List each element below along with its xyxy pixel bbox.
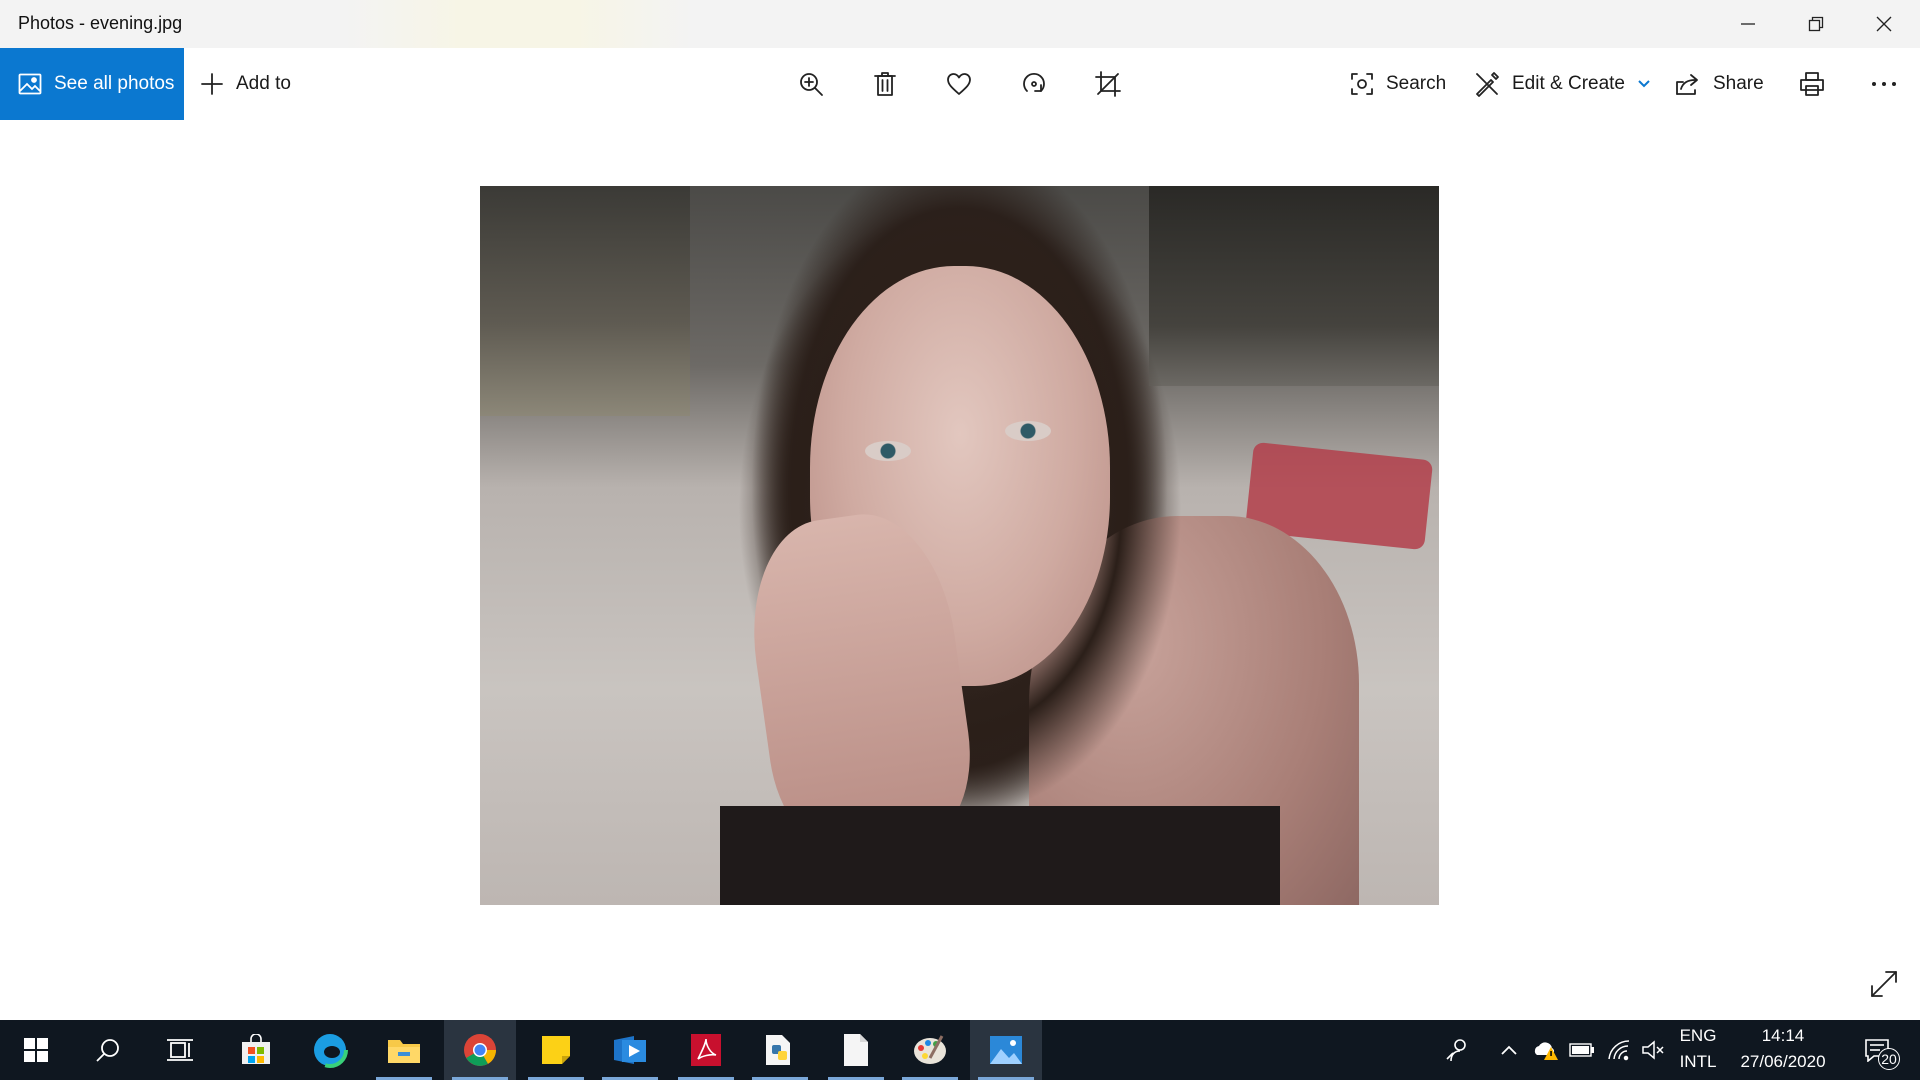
windows-icon bbox=[24, 1038, 48, 1062]
photo-shirt bbox=[720, 806, 1280, 905]
cloud-warning-icon bbox=[1534, 1042, 1558, 1060]
search-icon bbox=[96, 1039, 119, 1062]
start-button[interactable] bbox=[0, 1020, 72, 1080]
taskbar-app-acrobat[interactable] bbox=[670, 1020, 742, 1080]
notification-count-badge: 20 bbox=[1878, 1048, 1900, 1070]
people-icon bbox=[1446, 1039, 1466, 1062]
python-icon bbox=[766, 1035, 790, 1065]
image-icon bbox=[18, 73, 42, 95]
crop-icon bbox=[1095, 71, 1121, 97]
minimize-icon bbox=[1741, 23, 1755, 25]
taskbar-app-chrome[interactable] bbox=[444, 1020, 516, 1080]
see-all-photos-button[interactable]: See all photos bbox=[0, 48, 184, 120]
battery-icon bbox=[1569, 1043, 1594, 1057]
search-button[interactable]: Search bbox=[1350, 48, 1446, 120]
taskbar-search-button[interactable] bbox=[72, 1020, 144, 1080]
edit-create-label: Edit & Create bbox=[1512, 73, 1625, 94]
language-indicator[interactable]: ENG INTL bbox=[1670, 1023, 1726, 1075]
rotate-icon bbox=[1023, 72, 1045, 92]
trash-icon bbox=[874, 72, 896, 96]
edge-icon bbox=[312, 1032, 348, 1068]
palette-icon bbox=[914, 1035, 946, 1064]
edit-create-button[interactable]: Edit & Create bbox=[1474, 48, 1651, 120]
photo-eye bbox=[865, 441, 911, 461]
taskbar: ENG INTL 14:14 27/06/2020 bbox=[0, 1020, 1920, 1080]
photos-icon bbox=[990, 1036, 1022, 1064]
visual-search-icon bbox=[1351, 73, 1373, 95]
search-label: Search bbox=[1386, 73, 1447, 94]
crop-button[interactable] bbox=[1090, 66, 1126, 102]
task-view-icon bbox=[167, 1039, 193, 1061]
rotate-button[interactable] bbox=[1016, 66, 1052, 102]
chevron-up-icon bbox=[1501, 1045, 1517, 1055]
taskbar-app-photos[interactable] bbox=[970, 1020, 1042, 1080]
people-button[interactable] bbox=[1440, 1020, 1476, 1080]
photo-image bbox=[480, 186, 1439, 905]
heart-icon bbox=[947, 73, 971, 95]
taskbar-app-sticky-notes[interactable] bbox=[520, 1020, 592, 1080]
wifi-icon bbox=[1608, 1040, 1630, 1061]
show-hidden-icons-button[interactable] bbox=[1494, 1020, 1524, 1080]
more-icon bbox=[1872, 82, 1896, 86]
keyboard-layout: INTL bbox=[1679, 1052, 1717, 1071]
share-label: Share bbox=[1713, 73, 1764, 94]
expand-icon bbox=[1871, 971, 1897, 997]
battery-status[interactable] bbox=[1564, 1020, 1600, 1080]
print-button[interactable] bbox=[1794, 66, 1830, 102]
clock[interactable]: 14:14 27/06/2020 bbox=[1728, 1023, 1838, 1075]
minimize-button[interactable] bbox=[1714, 0, 1782, 48]
window-title: Photos - evening.jpg bbox=[18, 13, 183, 33]
taskbar-app-python[interactable] bbox=[744, 1020, 816, 1080]
volume-button[interactable] bbox=[1636, 1020, 1670, 1080]
chrome-icon bbox=[464, 1034, 496, 1066]
document-icon bbox=[844, 1034, 868, 1066]
add-to-label: Add to bbox=[236, 73, 291, 94]
taskbar-app-media-player[interactable] bbox=[594, 1020, 666, 1080]
pdf-icon bbox=[691, 1034, 721, 1066]
edit-create-icon bbox=[1476, 72, 1499, 97]
store-icon bbox=[242, 1034, 270, 1064]
toolbar: See all photos Add to Search Edit & Crea… bbox=[0, 48, 1920, 120]
network-status[interactable] bbox=[1602, 1020, 1636, 1080]
volume-muted-icon bbox=[1642, 1040, 1664, 1060]
clock-date: 27/06/2020 bbox=[1740, 1052, 1826, 1071]
restore-icon bbox=[1808, 16, 1824, 32]
add-to-button[interactable]: Add to bbox=[200, 48, 291, 120]
restore-button[interactable] bbox=[1782, 0, 1850, 48]
full-screen-button[interactable] bbox=[1866, 966, 1902, 1002]
zoom-button[interactable] bbox=[793, 66, 829, 102]
see-all-photos-label: See all photos bbox=[54, 73, 175, 94]
folder-icon bbox=[388, 1040, 420, 1063]
printer-icon bbox=[1800, 72, 1824, 96]
language-code: ENG bbox=[1679, 1026, 1717, 1045]
taskbar-app-paint[interactable] bbox=[894, 1020, 966, 1080]
sticky-notes-icon bbox=[542, 1036, 570, 1064]
onedrive-status[interactable] bbox=[1528, 1020, 1562, 1080]
chevron-down-icon bbox=[1638, 80, 1650, 88]
taskbar-app-file-explorer[interactable] bbox=[368, 1020, 440, 1080]
taskbar-app-edge[interactable] bbox=[294, 1020, 366, 1080]
plus-icon bbox=[201, 73, 223, 95]
favorite-button[interactable] bbox=[941, 66, 977, 102]
zoom-in-icon bbox=[800, 73, 823, 96]
delete-button[interactable] bbox=[867, 66, 903, 102]
clock-time: 14:14 bbox=[1761, 1026, 1805, 1045]
more-button[interactable] bbox=[1866, 66, 1902, 102]
photo-eye bbox=[1005, 421, 1051, 441]
task-view-button[interactable] bbox=[144, 1020, 216, 1080]
media-player-icon bbox=[614, 1036, 646, 1064]
share-icon bbox=[1676, 74, 1698, 95]
close-button[interactable] bbox=[1850, 0, 1918, 48]
taskbar-app-notepad[interactable] bbox=[820, 1020, 892, 1080]
share-button[interactable]: Share bbox=[1675, 48, 1764, 120]
title-bar: Photos - evening.jpg bbox=[0, 0, 1920, 48]
taskbar-app-store[interactable] bbox=[220, 1020, 292, 1080]
photo-background-shelf bbox=[480, 186, 690, 416]
close-icon bbox=[1876, 16, 1892, 32]
